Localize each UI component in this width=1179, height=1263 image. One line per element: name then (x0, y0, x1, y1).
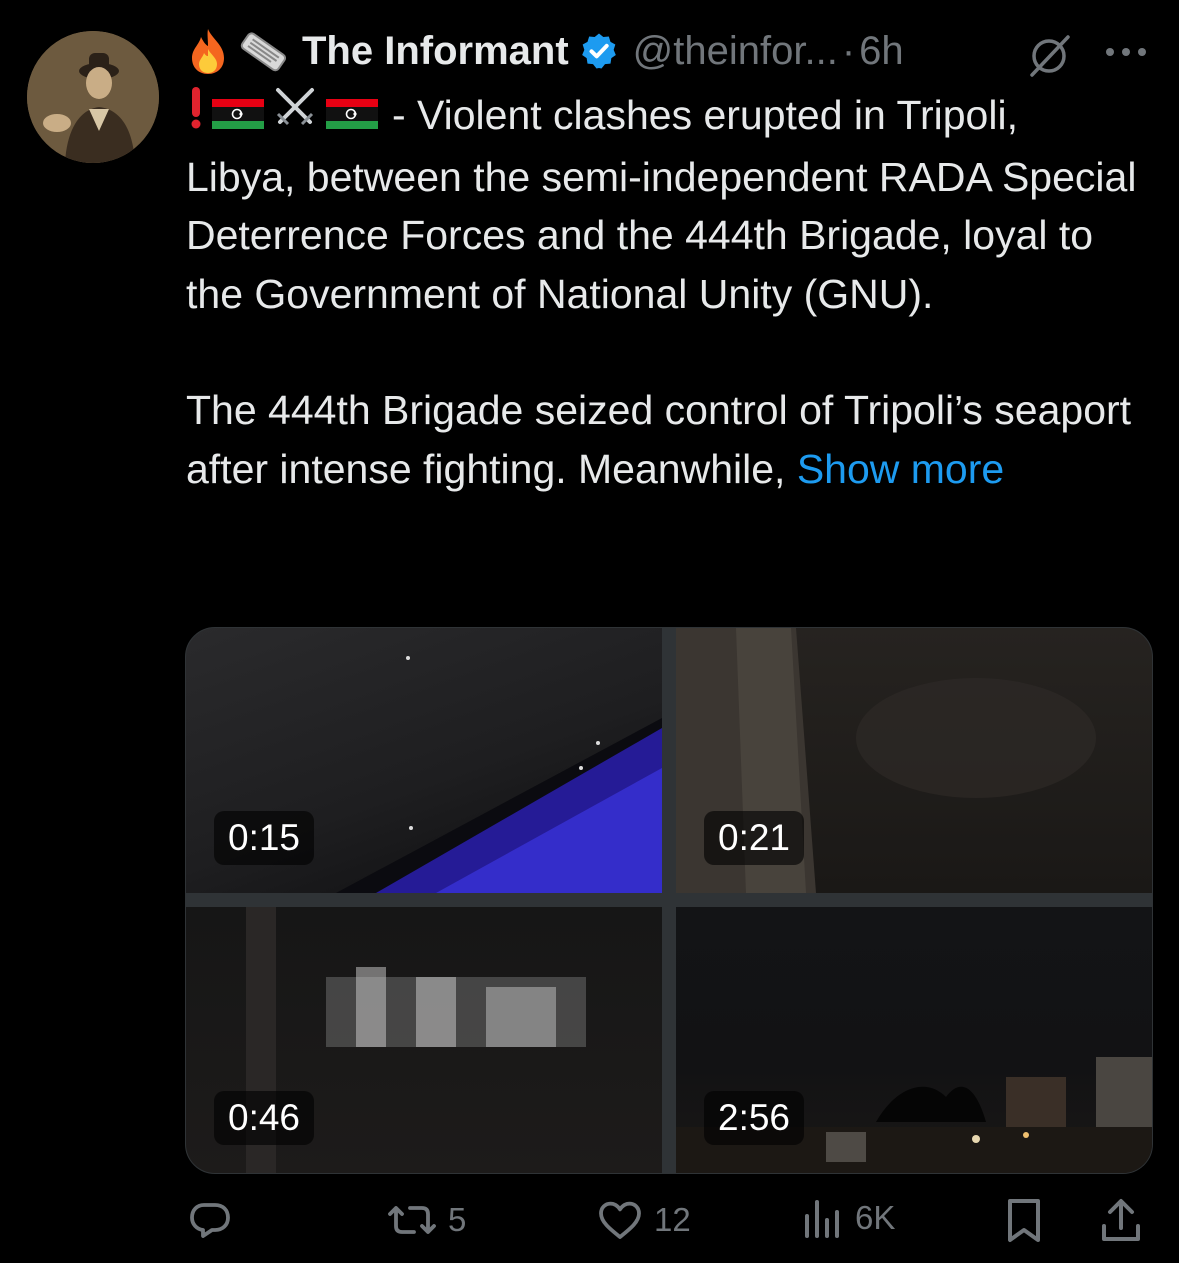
tweet-header: The Informant @theinfor... · 6h (186, 22, 1156, 80)
like-icon (599, 1201, 641, 1239)
media-grid: 0:15 0:21 0:46 2:56 (185, 627, 1153, 1174)
retweet-button[interactable]: 5 (386, 1196, 466, 1244)
tweet-text-line1: - Violent clashes erupted in Tripoli, (392, 91, 1018, 138)
libya-flag-icon (212, 86, 264, 145)
fire-icon (186, 27, 230, 75)
tweet-time[interactable]: 6h (859, 29, 904, 74)
video-thumbnail[interactable]: 2:56 (676, 907, 1152, 1173)
video-thumbnail[interactable]: 0:15 (186, 628, 662, 893)
avatar[interactable] (27, 31, 159, 163)
like-button[interactable]: 12 (596, 1196, 691, 1244)
bookmark-icon (1008, 1199, 1040, 1242)
verified-badge-icon (579, 31, 619, 71)
tweet-body: - Violent clashes erupted in Tripoli, Li… (186, 82, 1161, 498)
video-thumbnail[interactable]: 0:21 (676, 628, 1152, 893)
like-count: 12 (654, 1201, 691, 1238)
libya-flag-icon (326, 86, 378, 145)
video-thumbnail[interactable]: 0:46 (186, 907, 662, 1173)
share-button[interactable] (1098, 1196, 1144, 1246)
tweet-text-rest: Libya, between the semi-independent RADA… (186, 153, 1137, 317)
tweet-actions: 5 12 6K (186, 1196, 1146, 1250)
retweet-icon (388, 1206, 436, 1234)
video-duration: 2:56 (704, 1091, 805, 1145)
bookmark-button[interactable] (1002, 1196, 1046, 1246)
author-handle[interactable]: @theinfor... (633, 29, 838, 74)
views-icon (805, 1200, 839, 1238)
video-duration: 0:46 (214, 1091, 315, 1145)
header-separator: · (841, 28, 856, 73)
views-count: 6K (855, 1199, 896, 1236)
views-button[interactable]: 6K (801, 1196, 895, 1240)
crossed-swords-icon (270, 82, 320, 148)
exclamation-icon (186, 85, 206, 145)
share-icon (1102, 1199, 1140, 1241)
show-more-link[interactable]: Show more (797, 446, 1004, 492)
reply-icon (190, 1203, 230, 1238)
tweet-paragraph-2: The 444th Brigade seized control of Trip… (186, 381, 1161, 498)
reply-button[interactable] (186, 1196, 234, 1244)
newspaper-icon (236, 27, 292, 75)
more-icon[interactable] (1102, 22, 1150, 81)
grok-icon[interactable] (1024, 9, 1074, 86)
video-duration: 0:21 (704, 811, 805, 865)
author-name[interactable]: The Informant (302, 29, 569, 74)
retweet-count: 5 (448, 1201, 467, 1238)
video-duration: 0:15 (214, 811, 315, 865)
